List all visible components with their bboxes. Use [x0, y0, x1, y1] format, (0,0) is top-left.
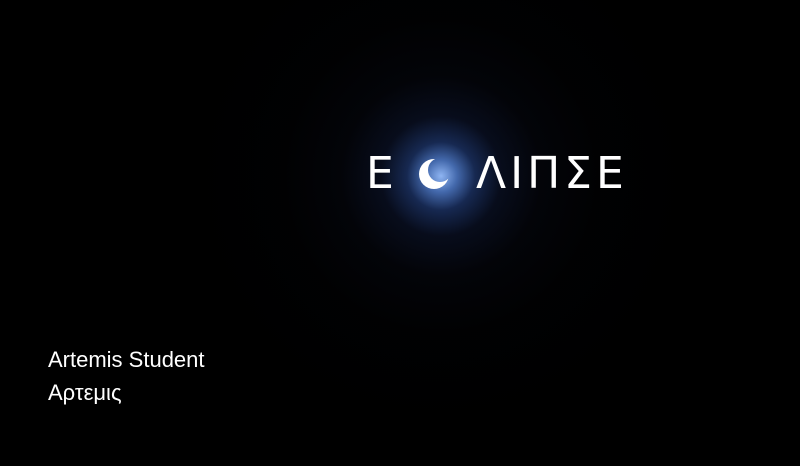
crescent-moon-icon	[419, 159, 449, 189]
slide: E ΛΙΠΣΕ Artemis Student Αρτεμις	[0, 0, 800, 466]
slide-title: E ΛΙΠΣΕ	[366, 150, 628, 198]
title-rest-letters: ΛΙΠΣΕ	[476, 148, 628, 199]
title-first-letter: E	[366, 148, 396, 199]
author-block: Artemis Student Αρτεμις	[48, 343, 205, 409]
author-name: Artemis Student	[48, 347, 205, 372]
author-name-greek: Αρτεμις	[48, 380, 122, 405]
